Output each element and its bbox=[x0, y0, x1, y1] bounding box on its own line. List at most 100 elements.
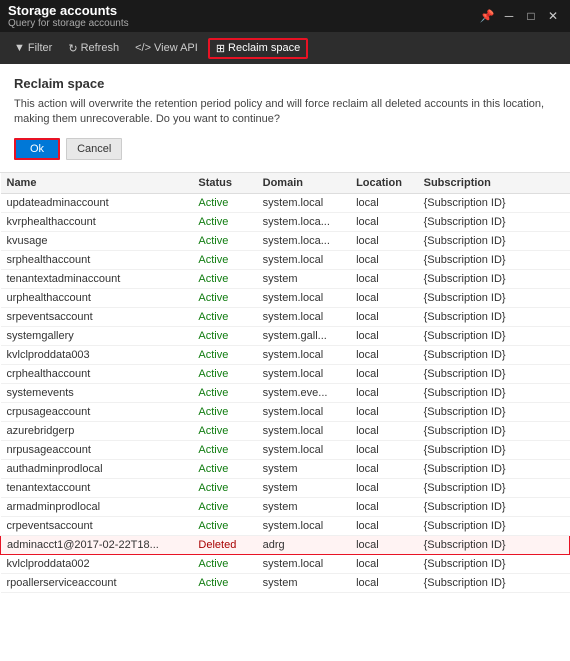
maximize-button[interactable]: □ bbox=[522, 7, 540, 25]
cell-domain: system.gall... bbox=[257, 326, 350, 345]
cell-subscription: {Subscription ID} bbox=[418, 535, 570, 554]
cell-location: local bbox=[350, 478, 418, 497]
cell-status: Active bbox=[192, 364, 256, 383]
cell-domain: system bbox=[257, 497, 350, 516]
cell-subscription: {Subscription ID} bbox=[418, 212, 570, 231]
title-bar-left: Storage accounts Query for storage accou… bbox=[8, 3, 129, 29]
cell-subscription: {Subscription ID} bbox=[418, 326, 570, 345]
cell-subscription: {Subscription ID} bbox=[418, 193, 570, 212]
table-row[interactable]: armadminprodlocalActivesystemlocal{Subsc… bbox=[1, 497, 570, 516]
cell-location: local bbox=[350, 516, 418, 535]
cell-name: azurebridgerp bbox=[1, 421, 193, 440]
table-row[interactable]: crphealthaccountActivesystem.locallocal{… bbox=[1, 364, 570, 383]
cell-subscription: {Subscription ID} bbox=[418, 554, 570, 573]
cell-name: armadminprodlocal bbox=[1, 497, 193, 516]
cell-domain: system.local bbox=[257, 345, 350, 364]
cell-name: rpoallerserviceaccount bbox=[1, 573, 193, 592]
cell-location: local bbox=[350, 212, 418, 231]
table-row[interactable]: crpusageaccountActivesystem.locallocal{S… bbox=[1, 402, 570, 421]
pin-button[interactable]: 📌 bbox=[478, 7, 496, 25]
cell-domain: system.local bbox=[257, 288, 350, 307]
reclaim-space-button[interactable]: ⊞ Reclaim space bbox=[208, 38, 308, 59]
cell-location: local bbox=[350, 440, 418, 459]
table-row[interactable]: tenantextadminaccountActivesystemlocal{S… bbox=[1, 269, 570, 288]
table-row[interactable]: systemgalleryActivesystem.gall...local{S… bbox=[1, 326, 570, 345]
cell-domain: system.local bbox=[257, 250, 350, 269]
table-row[interactable]: systemeventsActivesystem.eve...local{Sub… bbox=[1, 383, 570, 402]
table-row[interactable]: rpoallerserviceaccountActivesystemlocal{… bbox=[1, 573, 570, 592]
cell-name: tenantextadminaccount bbox=[1, 269, 193, 288]
col-header-status: Status bbox=[192, 173, 256, 194]
minimize-button[interactable]: ─ bbox=[500, 7, 518, 25]
cell-location: local bbox=[350, 326, 418, 345]
cell-status: Active bbox=[192, 440, 256, 459]
cell-status: Active bbox=[192, 231, 256, 250]
cell-status: Active bbox=[192, 554, 256, 573]
col-header-name: Name bbox=[1, 173, 193, 194]
table-row[interactable]: crpeventsaccountActivesystem.locallocal{… bbox=[1, 516, 570, 535]
cell-subscription: {Subscription ID} bbox=[418, 383, 570, 402]
title-bar: Storage accounts Query for storage accou… bbox=[0, 0, 570, 32]
table-row[interactable]: kvlclproddata002Activesystem.locallocal{… bbox=[1, 554, 570, 573]
table-row[interactable]: adminacct1@2017-02-22T18...Deletedadrglo… bbox=[1, 535, 570, 554]
table-row[interactable]: kvusageActivesystem.loca...local{Subscri… bbox=[1, 231, 570, 250]
cell-name: srphealthaccount bbox=[1, 250, 193, 269]
cell-name: systemgallery bbox=[1, 326, 193, 345]
cell-subscription: {Subscription ID} bbox=[418, 250, 570, 269]
cell-location: local bbox=[350, 535, 418, 554]
table-row[interactable]: srphealthaccountActivesystem.locallocal{… bbox=[1, 250, 570, 269]
table-row[interactable]: urphealthaccountActivesystem.locallocal{… bbox=[1, 288, 570, 307]
cell-location: local bbox=[350, 497, 418, 516]
table-row[interactable]: nrpusageaccountActivesystem.locallocal{S… bbox=[1, 440, 570, 459]
table-row[interactable]: srpeventsaccountActivesystem.locallocal{… bbox=[1, 307, 570, 326]
cell-status: Active bbox=[192, 516, 256, 535]
cell-domain: system.loca... bbox=[257, 231, 350, 250]
cancel-button[interactable]: Cancel bbox=[66, 138, 122, 160]
view-api-button[interactable]: </> View API bbox=[129, 40, 204, 56]
cell-status: Active bbox=[192, 250, 256, 269]
main-window: Storage accounts Query for storage accou… bbox=[0, 0, 570, 661]
cell-domain: system.loca... bbox=[257, 212, 350, 231]
cell-subscription: {Subscription ID} bbox=[418, 516, 570, 535]
cell-status: Active bbox=[192, 478, 256, 497]
cell-domain: system bbox=[257, 459, 350, 478]
table-row[interactable]: authadminprodlocalActivesystemlocal{Subs… bbox=[1, 459, 570, 478]
table-header-row: Name Status Domain Location Subscription bbox=[1, 173, 570, 194]
cell-subscription: {Subscription ID} bbox=[418, 573, 570, 592]
dialog-buttons: Ok Cancel bbox=[14, 138, 556, 160]
cell-status: Active bbox=[192, 193, 256, 212]
cell-location: local bbox=[350, 345, 418, 364]
cell-location: local bbox=[350, 402, 418, 421]
cell-status: Active bbox=[192, 402, 256, 421]
cell-location: local bbox=[350, 364, 418, 383]
cell-name: kvusage bbox=[1, 231, 193, 250]
filter-button[interactable]: ▼ Filter bbox=[8, 40, 58, 56]
close-button[interactable]: ✕ bbox=[544, 7, 562, 25]
table-row[interactable]: updateadminaccountActivesystem.localloca… bbox=[1, 193, 570, 212]
cell-location: local bbox=[350, 421, 418, 440]
cell-status: Active bbox=[192, 307, 256, 326]
dialog-text: This action will overwrite the retention… bbox=[14, 97, 556, 128]
table-container[interactable]: Name Status Domain Location Subscription… bbox=[0, 173, 570, 661]
cell-domain: adrg bbox=[257, 535, 350, 554]
storage-accounts-table: Name Status Domain Location Subscription… bbox=[0, 173, 570, 593]
cell-subscription: {Subscription ID} bbox=[418, 478, 570, 497]
table-row[interactable]: kvlclproddata003Activesystem.locallocal{… bbox=[1, 345, 570, 364]
window-title: Storage accounts bbox=[8, 3, 129, 18]
cell-status: Active bbox=[192, 497, 256, 516]
table-row[interactable]: tenantextaccountActivesystemlocal{Subscr… bbox=[1, 478, 570, 497]
cell-subscription: {Subscription ID} bbox=[418, 421, 570, 440]
cell-domain: system.local bbox=[257, 402, 350, 421]
content-area: Reclaim space This action will overwrite… bbox=[0, 64, 570, 661]
cell-status: Active bbox=[192, 212, 256, 231]
cell-domain: system.local bbox=[257, 516, 350, 535]
cell-status: Active bbox=[192, 383, 256, 402]
cell-location: local bbox=[350, 269, 418, 288]
ok-button[interactable]: Ok bbox=[14, 138, 60, 160]
cell-subscription: {Subscription ID} bbox=[418, 402, 570, 421]
table-row[interactable]: kvrphealthaccountActivesystem.loca...loc… bbox=[1, 212, 570, 231]
refresh-button[interactable]: ↻ Refresh bbox=[62, 40, 125, 57]
col-header-domain: Domain bbox=[257, 173, 350, 194]
cell-subscription: {Subscription ID} bbox=[418, 288, 570, 307]
table-row[interactable]: azurebridgerpActivesystem.locallocal{Sub… bbox=[1, 421, 570, 440]
